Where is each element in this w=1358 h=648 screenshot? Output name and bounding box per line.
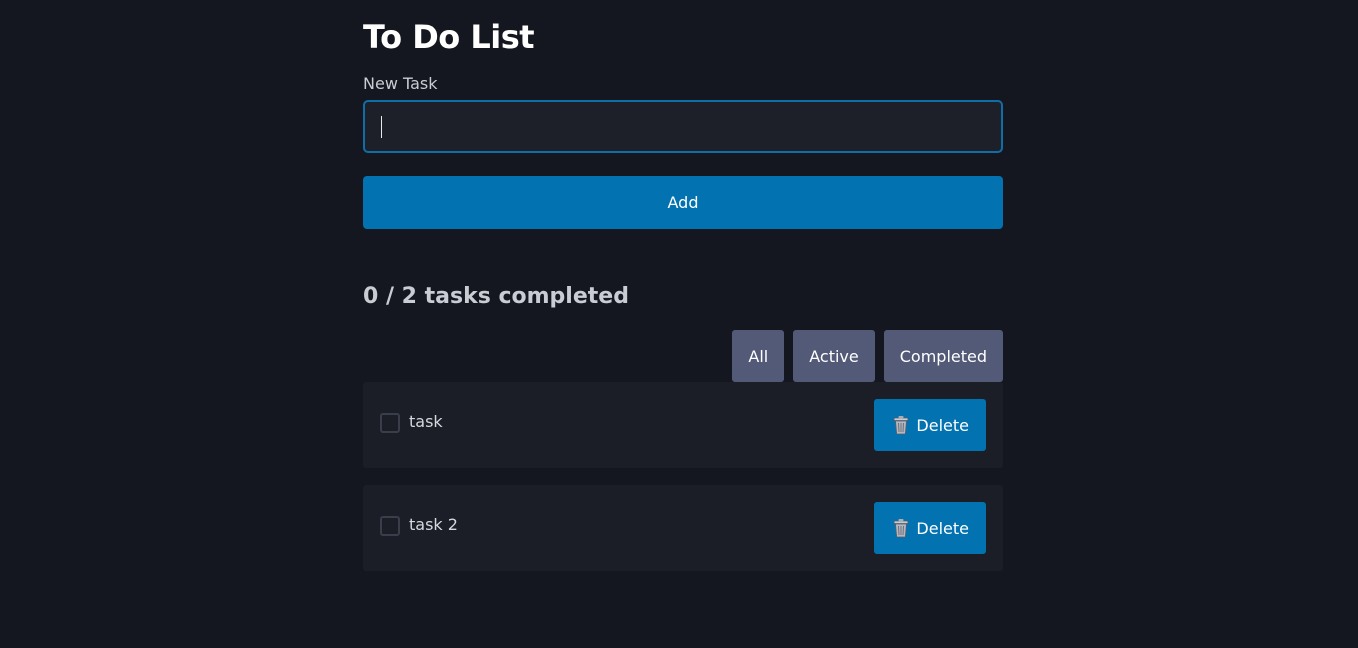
- delete-task-button[interactable]: Delete: [874, 502, 986, 554]
- task-item: task 2 Delete: [363, 485, 1003, 571]
- task-label: task 2: [409, 515, 458, 534]
- tasks-completed-summary: 0 / 2 tasks completed: [363, 284, 629, 309]
- delete-task-button[interactable]: Delete: [874, 399, 986, 451]
- task-label: task: [409, 412, 443, 431]
- filter-group: All Active Completed: [732, 330, 1003, 382]
- task-item: task Delete: [363, 382, 1003, 468]
- new-task-input[interactable]: [363, 100, 1003, 153]
- filter-all-button[interactable]: All: [732, 330, 785, 382]
- filter-completed-button[interactable]: Completed: [883, 330, 1003, 382]
- new-task-label: New Task: [363, 74, 438, 93]
- task-list: task Delete task 2 Delete: [363, 382, 1003, 588]
- trash-icon: [892, 518, 910, 538]
- new-task-field-wrapper: [363, 100, 1003, 153]
- filter-active-button[interactable]: Active: [793, 330, 875, 382]
- text-caret: [381, 116, 382, 138]
- task-checkbox[interactable]: [380, 516, 400, 536]
- task-checkbox[interactable]: [380, 413, 400, 433]
- page-title: To Do List: [363, 18, 535, 56]
- delete-label: Delete: [916, 415, 969, 435]
- delete-label: Delete: [916, 518, 969, 538]
- trash-icon: [892, 415, 910, 435]
- add-task-button[interactable]: Add: [363, 176, 1003, 229]
